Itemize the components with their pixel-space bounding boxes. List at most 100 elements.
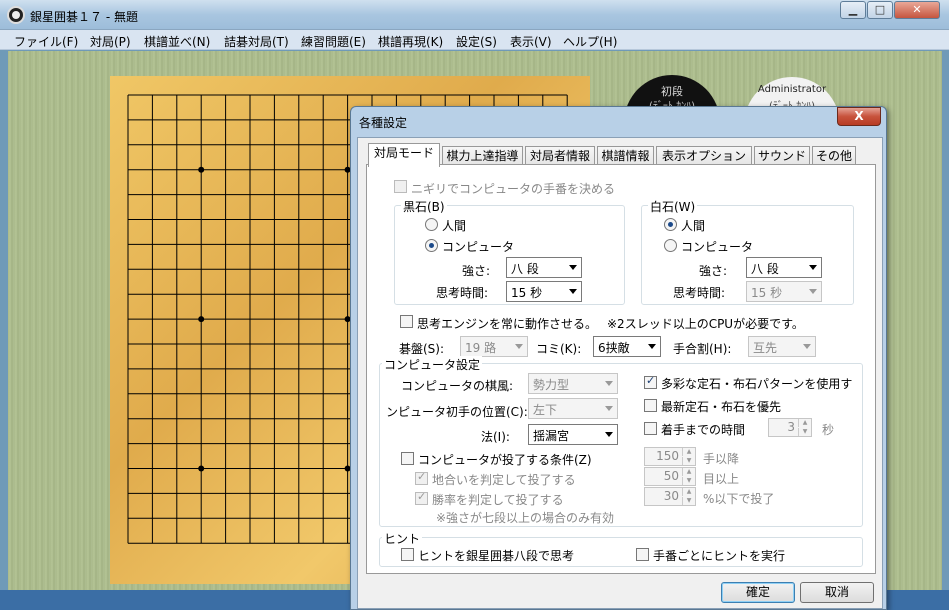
- time-until-move-value: 3: [787, 420, 795, 434]
- newest-joseki-checkbox[interactable]: [644, 399, 657, 412]
- black-group-title: 黒石(B): [401, 198, 447, 215]
- resign-condition-label: コンピュータが投了する条件(Z): [418, 453, 592, 467]
- black-computer-radio[interactable]: [425, 239, 438, 252]
- tab-player-info[interactable]: 対局者情報: [525, 146, 595, 166]
- white-strength-select[interactable]: 八 段: [746, 257, 822, 278]
- black-time-select[interactable]: 15 秒: [506, 281, 582, 302]
- resign-note: ※強さが七段以上の場合のみ有効: [436, 511, 615, 525]
- style-value: 勢力型: [533, 378, 570, 392]
- handicap-label: 手合割(H):: [673, 342, 732, 356]
- black-stone-group: 黒石(B) 人間 コンピュータ 強さ: 八 段 思考時間: 15 秒: [394, 198, 625, 305]
- style-label: コンピュータの棋風:: [401, 379, 514, 393]
- black-time-value: 15 秒: [511, 286, 543, 300]
- white-strength-label: 強さ:: [699, 264, 728, 278]
- black-strength-label: 強さ:: [462, 264, 491, 278]
- winrate-value: 30: [663, 489, 679, 503]
- method-value: 揺漏宮: [533, 429, 570, 443]
- white-computer-radio[interactable]: [664, 239, 677, 252]
- menu-replay[interactable]: 棋譜再現(K): [378, 33, 443, 50]
- board-size-select[interactable]: 19 路: [460, 336, 528, 357]
- style-select[interactable]: 勢力型: [528, 373, 618, 394]
- app-icon: [7, 6, 25, 24]
- nigiri-checkbox[interactable]: [394, 180, 407, 193]
- engine-note: ※2スレッド以上のCPUが必要です。: [607, 317, 804, 331]
- tab-kifu-info[interactable]: 棋譜情報: [597, 146, 654, 166]
- time-until-move-spinner[interactable]: 3 ▲ ▼: [768, 418, 812, 437]
- white-human-radio[interactable]: [664, 218, 677, 231]
- hint-every-turn-label: 手番ごとにヒントを実行: [653, 549, 786, 563]
- tab-panel-game-mode: ニギリでコンピュータの手番を決める 黒石(B) 人間 コンピュータ 強さ: 八 …: [366, 164, 876, 574]
- maximize-button[interactable]: □: [867, 1, 893, 19]
- winrate-spinner[interactable]: 30 ▲ ▼: [644, 487, 696, 506]
- black-time-label: 思考時間:: [436, 286, 489, 300]
- black-human-radio[interactable]: [425, 218, 438, 231]
- white-group-title: 白石(W): [648, 198, 698, 215]
- white-human-label: 人間: [681, 219, 706, 233]
- tab-sound[interactable]: サウンド: [754, 146, 810, 166]
- menu-help[interactable]: ヘルプ(H): [563, 33, 617, 50]
- star-point: [198, 166, 205, 173]
- varied-joseki-checkbox[interactable]: [644, 374, 657, 389]
- tab-other[interactable]: その他: [812, 146, 856, 166]
- settings-dialog: 各種設定 X 対局モード 棋力上達指導 対局者情報 棋譜情報 表示オプション サ…: [350, 106, 887, 610]
- hint-group-title: ヒント: [382, 530, 423, 547]
- menu-tsumego[interactable]: 詰碁対局(T): [224, 33, 289, 50]
- title-bar: 銀星囲碁１７ - 無題 ▁ □ ✕: [0, 0, 949, 30]
- hint-ginsei-checkbox[interactable]: [401, 548, 414, 561]
- resign-territory-label: 地合いを判定して投了する: [432, 473, 576, 487]
- dialog-title: 各種設定: [359, 116, 408, 130]
- komi-select[interactable]: 6挟敵: [593, 336, 661, 357]
- black-human-label: 人間: [442, 219, 467, 233]
- tab-game-mode[interactable]: 対局モード: [368, 143, 440, 167]
- move-after-unit: 手以降: [703, 452, 740, 466]
- ok-button[interactable]: 確定: [721, 582, 795, 603]
- minimize-button[interactable]: ▁: [840, 1, 866, 19]
- white-time-value: 15 秒: [751, 286, 783, 300]
- first-move-value: 左下: [533, 403, 558, 417]
- board-size-label: 碁盤(S):: [399, 342, 445, 356]
- dialog-close-button[interactable]: X: [837, 107, 881, 126]
- black-strength-value: 八 段: [511, 262, 539, 276]
- white-time-select[interactable]: 15 秒: [746, 281, 822, 302]
- handicap-select[interactable]: 互先: [748, 336, 816, 357]
- resign-condition-checkbox[interactable]: [401, 452, 414, 465]
- varied-joseki-label: 多彩な定石・布石パターンを使用す: [661, 377, 853, 391]
- menu-game[interactable]: 対局(P): [90, 33, 131, 50]
- menu-kifu-arrange[interactable]: 棋譜並べ(N): [144, 33, 210, 50]
- close-button[interactable]: ✕: [894, 1, 940, 19]
- white-computer-label: コンピュータ: [681, 240, 754, 254]
- cancel-button[interactable]: 取消: [800, 582, 874, 603]
- dialog-body: 対局モード 棋力上達指導 対局者情報 棋譜情報 表示オプション サウンド その他…: [357, 137, 883, 609]
- method-label: 法(I):: [481, 430, 510, 444]
- star-point: [198, 465, 205, 472]
- menu-practice[interactable]: 練習問題(E): [301, 33, 366, 50]
- territory-unit: 目以上: [703, 472, 740, 486]
- first-move-select[interactable]: 左下: [528, 398, 618, 419]
- computer-group-title: コンピュータ設定: [382, 356, 483, 373]
- territory-value: 50: [663, 469, 679, 483]
- engine-always-checkbox[interactable]: [400, 315, 413, 328]
- time-until-move-checkbox[interactable]: [644, 422, 657, 435]
- tab-display-options[interactable]: 表示オプション: [656, 146, 752, 166]
- hint-group: ヒント ヒントを銀星囲碁八段で思考 手番ごとにヒントを実行: [379, 530, 863, 567]
- menu-file[interactable]: ファイル(F): [14, 33, 78, 50]
- komi-value: 6挟敵: [598, 341, 630, 355]
- star-point: [198, 316, 205, 323]
- menu-bar: ファイル(F) 対局(P) 棋譜並べ(N) 詰碁対局(T) 練習問題(E) 棋譜…: [0, 30, 949, 50]
- territory-spinner[interactable]: 50 ▲ ▼: [644, 467, 696, 486]
- resign-territory-checkbox[interactable]: [415, 470, 428, 485]
- menu-settings[interactable]: 設定(S): [456, 33, 497, 50]
- method-select[interactable]: 揺漏宮: [528, 424, 618, 445]
- move-after-value: 150: [656, 449, 679, 463]
- computer-settings-group: コンピュータ設定 コンピュータの棋風: 勢力型 ンピュータ初手の位置(C): 左…: [379, 356, 863, 527]
- hint-every-turn-checkbox[interactable]: [636, 548, 649, 561]
- resign-winrate-checkbox[interactable]: [415, 490, 428, 505]
- time-until-move-label: 着手までの時間: [661, 423, 746, 437]
- handicap-value: 互先: [753, 341, 778, 355]
- resign-winrate-label: 勝率を判定して投了する: [432, 493, 564, 507]
- white-stone-group: 白石(W) 人間 コンピュータ 強さ: 八 段 思考時間: 15 秒: [641, 198, 854, 305]
- tab-skill-coaching[interactable]: 棋力上達指導: [442, 146, 523, 166]
- black-strength-select[interactable]: 八 段: [506, 257, 582, 278]
- menu-view[interactable]: 表示(V): [510, 33, 552, 50]
- move-after-spinner[interactable]: 150 ▲ ▼: [644, 447, 696, 466]
